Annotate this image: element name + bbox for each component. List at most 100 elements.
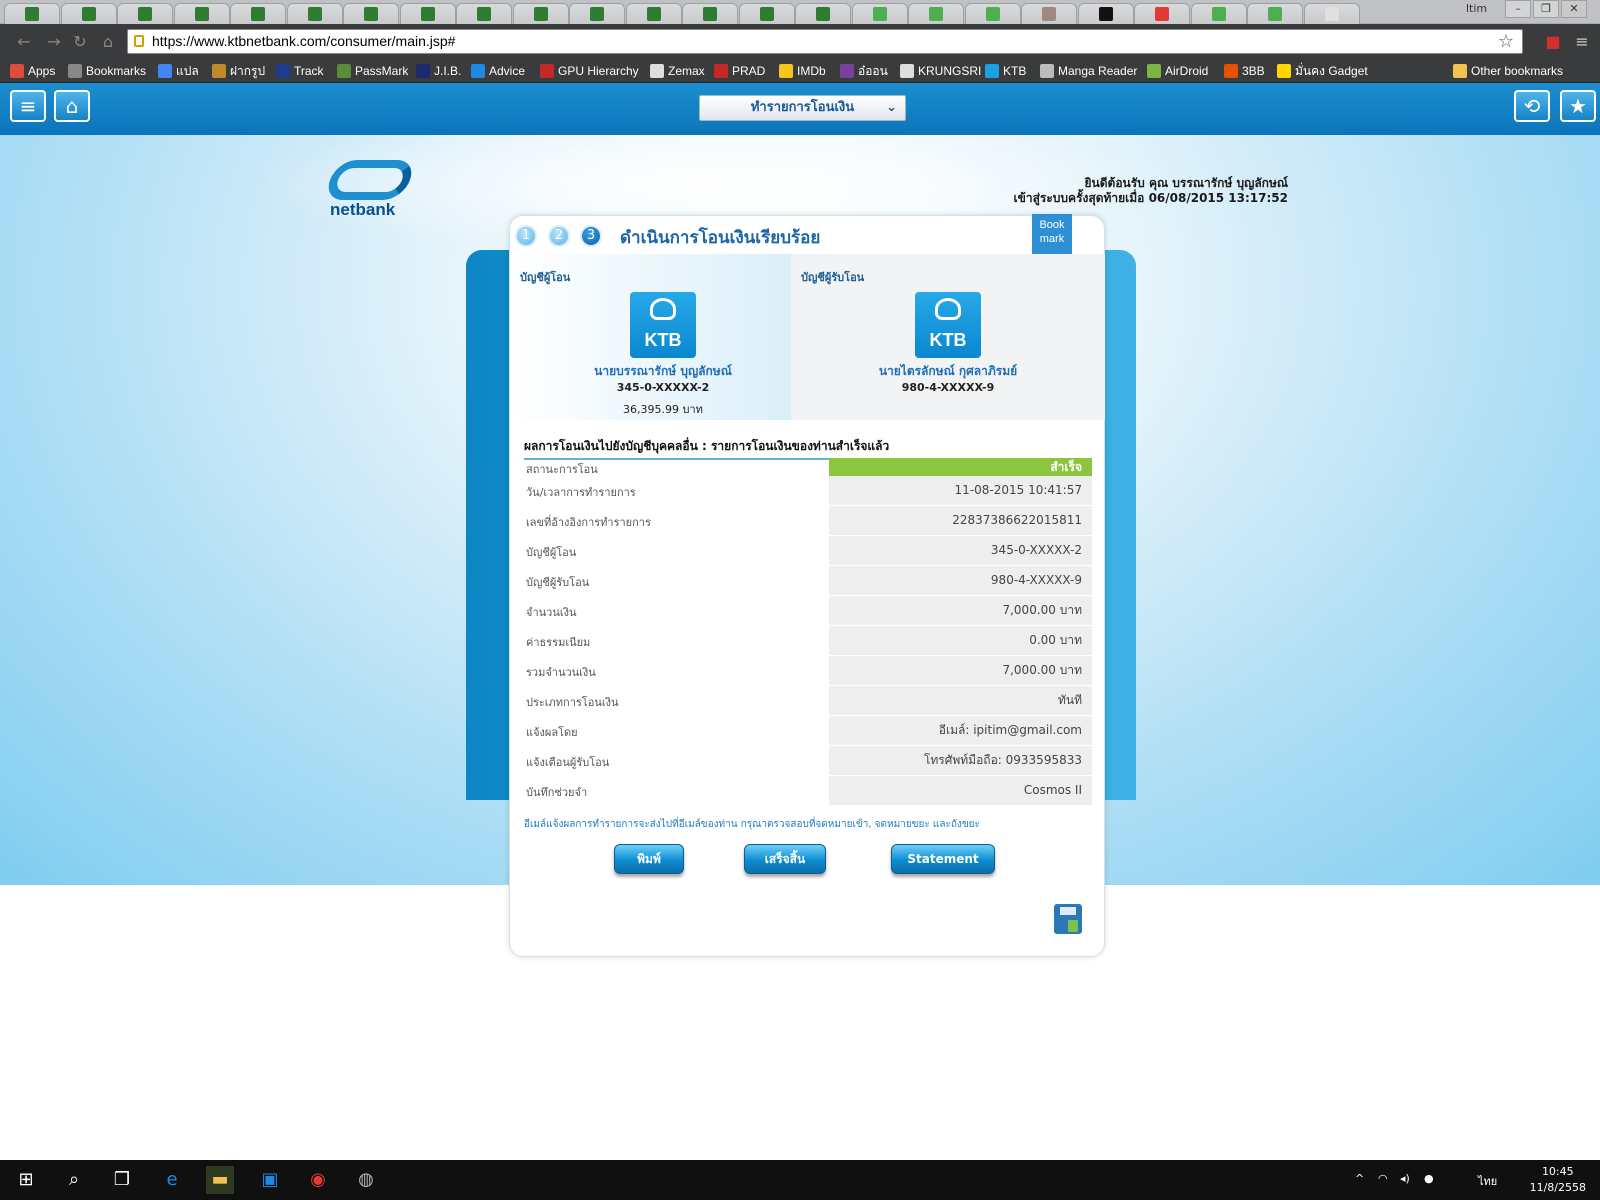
bookmark-item[interactable]: IMDb [779, 62, 826, 80]
browser-tab[interactable] [60, 3, 117, 24]
bookmark-item[interactable]: Other bookmarks [1453, 62, 1563, 80]
volume-icon[interactable]: ◂) [1400, 1172, 1410, 1185]
bookmarks-bar: Apps Bookmarks แปล ฝากรูป Track PassMark J.I.B… [0, 58, 1600, 83]
browser-tab[interactable] [456, 3, 512, 24]
tab-favicon-icon [1211, 7, 1226, 21]
system-clock[interactable]: 10:45 11/8/2558 [1530, 1164, 1586, 1196]
browser-tab[interactable] [230, 3, 286, 24]
bookmark-item[interactable]: KTB [985, 62, 1026, 80]
bookmark-item[interactable]: Advice [471, 62, 525, 80]
bookmark-item[interactable]: Track [276, 62, 324, 80]
forward-arrow-icon[interactable]: → [44, 32, 64, 52]
store-icon[interactable]: ▣ [256, 1166, 284, 1194]
disc-app-icon[interactable]: ◍ [352, 1166, 380, 1194]
browser-tab[interactable] [1134, 3, 1190, 24]
start-windows-icon[interactable]: ⊞ [12, 1166, 40, 1194]
bookmark-item[interactable]: อ๋ออน [840, 62, 888, 80]
transaction-menu-dropdown[interactable]: ทำรายการโอนเงิน ⌄ [699, 95, 906, 121]
chrome-menu-icon[interactable]: ≡ [1572, 32, 1592, 52]
recipient-account-panel: บัญชีผู้รับโอน KTB นายไตรลักษณ์ กุศลาภิร… [791, 254, 1105, 420]
browser-tab[interactable] [1190, 3, 1247, 24]
bookmark-favicon-icon [337, 64, 351, 78]
search-icon[interactable]: ⌕ [60, 1166, 88, 1194]
back-arrow-icon[interactable]: ← [14, 32, 34, 52]
browser-tab[interactable] [964, 3, 1021, 24]
tab-favicon-icon [646, 7, 661, 21]
browser-tab[interactable] [173, 3, 230, 24]
address-bar[interactable]: https://www.ktbnetbank.com/consumer/main… [127, 29, 1523, 54]
network-icon[interactable]: ◠ [1378, 1172, 1388, 1185]
browser-tab[interactable] [286, 3, 343, 24]
browser-tab[interactable] [738, 3, 795, 24]
row-value: 11-08-2015 10:41:57 [829, 476, 1092, 505]
file-explorer-icon[interactable]: ▬ [206, 1166, 234, 1194]
tab-favicon-icon [307, 7, 322, 21]
browser-tab[interactable] [4, 3, 60, 24]
browser-tab[interactable] [399, 3, 456, 24]
bookmark-item[interactable]: แปล [158, 62, 199, 80]
table-row: สถานะการโอน สำเร็จ [524, 458, 1092, 476]
task-view-icon[interactable]: ❐ [108, 1166, 136, 1194]
extension-icon[interactable]: ■ [1543, 32, 1563, 52]
browser-tab[interactable] [1247, 3, 1303, 24]
browser-tab[interactable] [625, 3, 682, 24]
row-value: ทันที [829, 686, 1092, 715]
maximize-button[interactable]: ❐ [1533, 0, 1559, 18]
browser-tab[interactable] [1021, 3, 1077, 24]
browser-tab[interactable] [117, 3, 173, 24]
statement-button[interactable]: Statement [891, 844, 995, 874]
tab-favicon-icon [251, 7, 265, 21]
browser-tab[interactable] [851, 3, 908, 24]
bookmark-item[interactable]: ฝากรูป [212, 62, 265, 80]
browser-tab[interactable] [682, 3, 738, 24]
browser-tab[interactable] [1303, 3, 1360, 24]
bookmark-item[interactable]: J.I.B. [416, 62, 461, 80]
bookmark-item[interactable]: มั่นคง Gadget [1277, 62, 1368, 80]
bookmark-item[interactable]: KRUNGSRI [900, 62, 981, 80]
logout-icon[interactable]: ⟲ [1514, 90, 1550, 122]
browser-tab[interactable] [512, 3, 569, 24]
tab-favicon-icon [477, 7, 491, 21]
edge-browser-icon[interactable]: e [158, 1166, 186, 1194]
table-row: รวมจำนวนเงิน 7,000.00 บาท [524, 656, 1092, 686]
row-label: บัญชีผู้โอน [526, 546, 577, 559]
row-value: 7,000.00 บาท [829, 656, 1092, 685]
bookmark-item[interactable]: Apps [10, 62, 55, 80]
browser-tab[interactable] [908, 3, 964, 24]
bookmark-favicon-icon [1040, 64, 1054, 78]
chrome-icon[interactable]: ◉ [304, 1166, 332, 1194]
tab-favicon-icon [759, 7, 774, 21]
browser-tab[interactable] [343, 3, 399, 24]
bookmark-item[interactable]: Zemax [650, 62, 705, 80]
home-button-icon[interactable]: ⌂ [54, 90, 90, 122]
bookmark-item[interactable]: PassMark [337, 62, 408, 80]
row-label: รวมจำนวนเงิน [526, 666, 596, 679]
browser-tab[interactable] [1077, 3, 1134, 24]
language-indicator[interactable]: ไทย [1478, 1172, 1497, 1190]
print-button[interactable]: พิมพ์ [614, 844, 684, 874]
hamburger-menu-icon[interactable]: ≡ [10, 90, 46, 122]
recipient-account-number: 980-4-XXXXX-9 [901, 381, 995, 394]
bookmark-item[interactable]: GPU Hierarchy [540, 62, 639, 80]
bookmark-star-icon[interactable]: ☆ [1498, 31, 1514, 52]
bookmark-item[interactable]: Manga Reader [1040, 62, 1137, 80]
tray-app-icon[interactable]: ● [1424, 1172, 1434, 1185]
tray-up-chevron-icon[interactable]: ^ [1355, 1172, 1364, 1185]
home-icon[interactable]: ⌂ [98, 32, 118, 52]
bookmark-item[interactable]: PRAD [714, 62, 765, 80]
save-icon[interactable] [1054, 904, 1082, 934]
close-window-button[interactable]: ✕ [1561, 0, 1587, 18]
bookmark-page-icon[interactable]: ★ [1560, 90, 1596, 122]
bookmark-item[interactable]: 3BB [1224, 62, 1265, 80]
reload-icon[interactable]: ↻ [70, 32, 90, 52]
browser-tab[interactable] [795, 3, 851, 24]
bookmark-label: Bookmarks [86, 64, 147, 78]
bookmark-item[interactable]: Bookmarks [68, 62, 146, 80]
row-label: จำนวนเงิน [526, 606, 577, 619]
windows-taskbar: ⊞ ⌕ ❐ e ▬ ▣ ◉ ◍ ^ ◠ ◂) ● ไทย 10:45 11/8/… [0, 1160, 1600, 1200]
finish-button[interactable]: เสร็จสิ้น [744, 844, 826, 874]
browser-tab-strip: ltim – ❐ ✕ [0, 0, 1600, 24]
minimize-button[interactable]: – [1505, 0, 1531, 18]
browser-tab[interactable] [569, 3, 625, 24]
bookmark-item[interactable]: AirDroid [1147, 62, 1208, 80]
